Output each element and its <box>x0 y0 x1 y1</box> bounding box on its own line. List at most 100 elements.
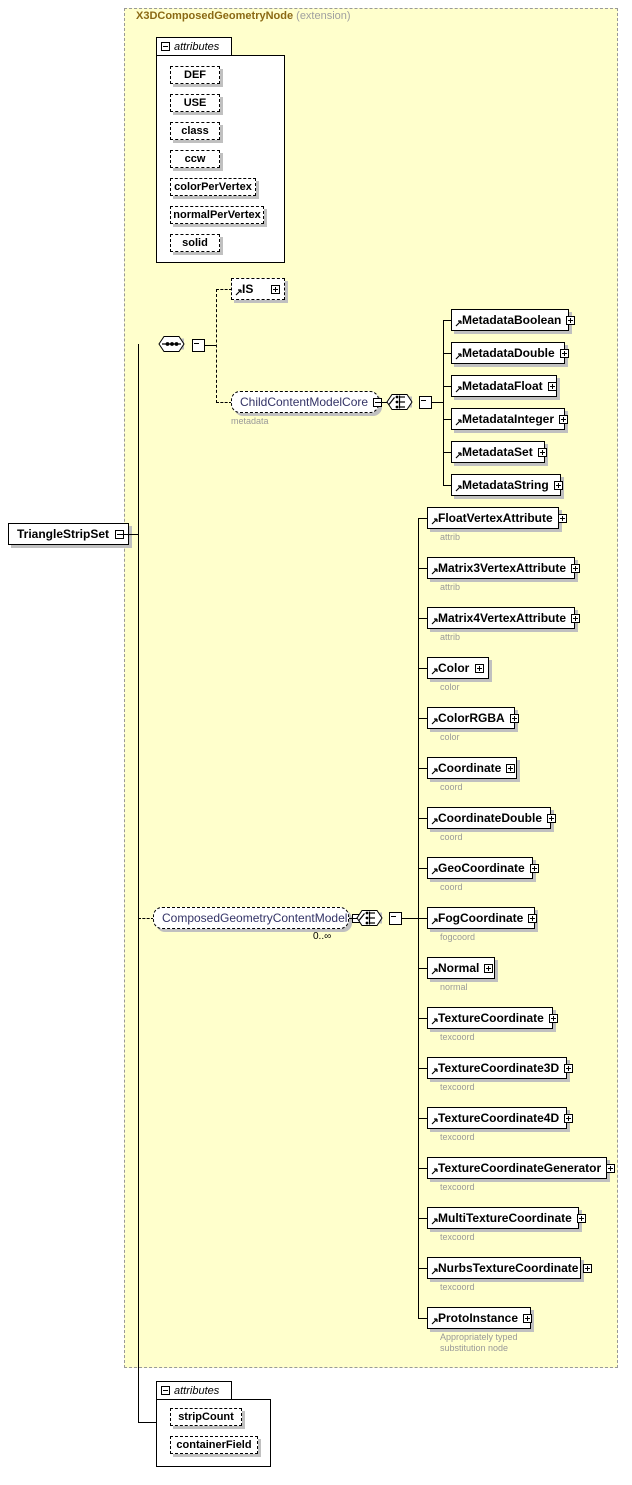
attribute-item[interactable]: containerField <box>170 1436 258 1454</box>
element-node[interactable]: TextureCoordinateGenerator <box>427 1157 616 1179</box>
minus-expander-icon[interactable] <box>161 42 170 51</box>
element-caption: attrib <box>440 632 461 642</box>
plus-expander-icon[interactable] <box>571 613 581 623</box>
minus-expander-icon[interactable] <box>389 912 402 925</box>
attributes-compartment-tab-base[interactable]: attributes <box>156 37 232 55</box>
attribute-item[interactable]: DEF <box>170 66 220 84</box>
element-node-is[interactable]: IS <box>231 278 285 300</box>
plus-expander-icon[interactable] <box>571 563 581 573</box>
connector-main-spine <box>138 344 139 1394</box>
element-node[interactable]: MetadataBoolean <box>451 309 576 331</box>
plus-expander-icon[interactable] <box>484 963 494 973</box>
reference-arrow-icon <box>431 618 438 625</box>
plus-expander-icon[interactable] <box>523 1313 533 1323</box>
element-node[interactable]: Matrix4VertexAttribute <box>427 607 581 629</box>
minus-expander-icon[interactable] <box>161 1386 170 1395</box>
element-node[interactable]: Color <box>427 657 489 679</box>
plus-expander-icon[interactable] <box>475 663 484 673</box>
element-label: Matrix3VertexAttribute <box>438 561 567 575</box>
plus-expander-icon[interactable] <box>529 863 539 873</box>
group-ref-composedgeometrycontentmodel[interactable]: ComposedGeometryContentModel <box>153 907 362 929</box>
element-caption: texcoord <box>440 1032 475 1042</box>
element-node[interactable]: MultiTextureCoordinate <box>427 1207 586 1229</box>
plus-expander-icon[interactable] <box>557 513 567 523</box>
element-node[interactable]: MetadataSet <box>451 441 547 463</box>
reference-arrow-icon <box>235 289 242 296</box>
plus-expander-icon[interactable] <box>559 348 569 358</box>
element-node[interactable]: ProtoInstance <box>427 1307 533 1329</box>
reference-arrow-icon <box>431 818 438 825</box>
element-node[interactable]: FogCoordinate <box>427 907 538 929</box>
element-label: MultiTextureCoordinate <box>438 1211 572 1225</box>
plus-expander-icon[interactable] <box>559 414 569 424</box>
attribute-item[interactable]: stripCount <box>170 1408 242 1426</box>
attribute-item[interactable]: ccw <box>170 150 220 168</box>
plus-expander-icon[interactable] <box>583 1263 593 1273</box>
plus-expander-icon[interactable] <box>553 480 563 490</box>
element-node[interactable]: MetadataFloat <box>451 375 557 397</box>
element-node[interactable]: TextureCoordinate <box>427 1007 558 1029</box>
plus-expander-icon[interactable] <box>509 713 519 723</box>
root-element-node[interactable]: TriangleStripSet <box>8 523 130 545</box>
plus-expander-icon[interactable] <box>564 1063 574 1073</box>
plus-expander-icon[interactable] <box>576 1213 586 1223</box>
element-node[interactable]: Normal <box>427 957 495 979</box>
connector-to-own-attributes <box>138 1394 139 1422</box>
element-node[interactable]: MetadataString <box>451 474 563 496</box>
plus-expander-icon[interactable] <box>548 1013 558 1023</box>
element-label: MetadataDouble <box>462 346 555 360</box>
element-node[interactable]: Coordinate <box>427 757 517 779</box>
reference-arrow-icon <box>431 1018 438 1025</box>
element-caption: coord <box>440 782 463 792</box>
attributes-compartment-tab-own[interactable]: attributes <box>156 1381 232 1399</box>
reference-arrow-icon <box>431 668 438 675</box>
sequence-compositor-icon[interactable] <box>158 333 196 355</box>
element-label: TextureCoordinate4D <box>438 1111 560 1125</box>
reference-arrow-icon <box>455 452 462 459</box>
connector-metadata-spine <box>443 320 444 485</box>
plus-expander-icon[interactable] <box>564 1113 574 1123</box>
element-node[interactable]: GeoCoordinate <box>427 857 539 879</box>
plus-expander-icon[interactable] <box>271 284 280 294</box>
plus-expander-icon[interactable] <box>566 315 576 325</box>
attribute-item[interactable]: class <box>170 122 220 140</box>
element-node[interactable]: NurbsTextureCoordinate <box>427 1257 593 1279</box>
element-node[interactable]: TextureCoordinate4D <box>427 1107 574 1129</box>
plus-expander-icon[interactable] <box>547 381 557 391</box>
element-node[interactable]: MetadataInteger <box>451 408 569 430</box>
plus-expander-icon[interactable] <box>506 763 516 773</box>
plus-expander-icon[interactable] <box>528 913 538 923</box>
element-label: NurbsTextureCoordinate <box>438 1261 579 1275</box>
plus-expander-icon[interactable] <box>606 1163 616 1173</box>
connector-seq-branch-vertical <box>216 289 217 403</box>
reference-arrow-icon <box>431 1318 438 1325</box>
attribute-item[interactable]: USE <box>170 94 220 112</box>
element-node[interactable]: Matrix3VertexAttribute <box>427 557 581 579</box>
element-label: Color <box>438 661 470 675</box>
connector-choice-out-main <box>402 918 418 919</box>
reference-arrow-icon <box>431 1268 438 1275</box>
element-caption: texcoord <box>440 1132 475 1142</box>
element-node[interactable]: TextureCoordinate3D <box>427 1057 574 1079</box>
attribute-item[interactable]: normalPerVertex <box>170 206 264 224</box>
minus-expander-icon[interactable] <box>419 396 432 409</box>
attribute-item[interactable]: colorPerVertex <box>170 178 256 196</box>
element-node[interactable]: ColorRGBA <box>427 707 519 729</box>
element-node[interactable]: MetadataDouble <box>451 342 569 364</box>
element-label: MetadataString <box>462 478 549 492</box>
group-ref-childcontentmodelcore[interactable]: ChildContentModelCore <box>231 391 383 413</box>
minus-expander-icon[interactable] <box>192 339 205 352</box>
plus-expander-icon[interactable] <box>547 813 556 823</box>
attribute-item[interactable]: solid <box>170 234 220 252</box>
reference-arrow-icon <box>455 353 462 360</box>
reference-arrow-icon <box>455 386 462 393</box>
reference-arrow-icon <box>431 518 438 525</box>
element-label: MetadataInteger <box>462 412 555 426</box>
plus-expander-icon[interactable] <box>537 447 547 457</box>
element-node[interactable]: FloatVertexAttribute <box>427 507 567 529</box>
element-label: Coordinate <box>438 761 502 775</box>
element-node[interactable]: CoordinateDouble <box>427 807 556 829</box>
reference-arrow-icon <box>431 768 438 775</box>
element-caption: color <box>440 732 460 742</box>
reference-arrow-icon <box>431 1168 438 1175</box>
